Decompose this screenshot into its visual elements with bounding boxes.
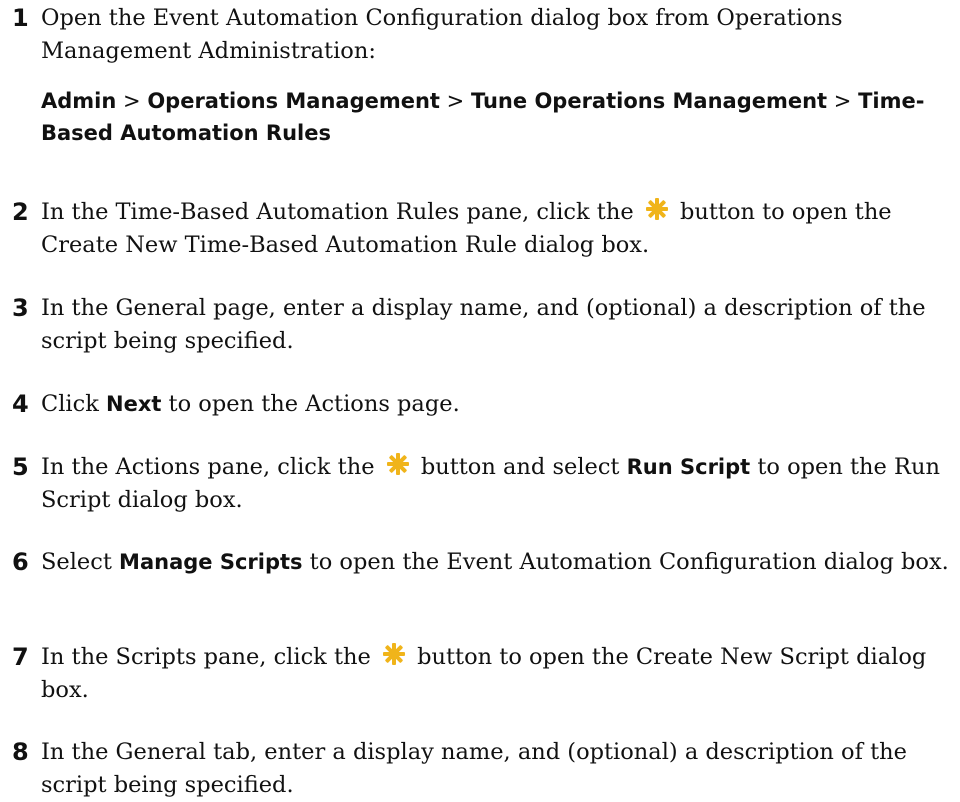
- step-text: In the Actions pane, click the button an…: [41, 451, 951, 517]
- navigation-path: Admin > Operations Management > Tune Ope…: [41, 85, 941, 149]
- step-text-run: In the Scripts pane, click the: [41, 644, 378, 670]
- step-number: 4: [12, 390, 29, 418]
- nav-path-separator: >: [446, 89, 465, 113]
- step-number: 2: [12, 198, 29, 226]
- step-text: Select Manage Scripts to open the Event …: [41, 546, 951, 579]
- step-text-run: In the Actions pane, click the: [41, 454, 382, 480]
- step-text: Click Next to open the Actions page.: [41, 388, 951, 421]
- procedure-document: 1 Open the Event Automation Configuratio…: [0, 0, 960, 798]
- step-number: 5: [12, 453, 29, 481]
- step-text-run: button and select: [413, 454, 627, 480]
- step-text: In the General page, enter a display nam…: [41, 292, 951, 358]
- step-number: 3: [12, 294, 29, 322]
- step-text-run: Open the Event Automation Configuration …: [41, 5, 843, 64]
- step-text-run: In the Time-Based Automation Rules pane,…: [41, 199, 641, 225]
- step-text-run: In the General page, enter a display nam…: [41, 295, 926, 354]
- ui-label: Manage Scripts: [119, 550, 303, 574]
- ui-label: Next: [106, 392, 162, 416]
- step-number: 8: [12, 738, 29, 766]
- step-text: In the Scripts pane, click the button to…: [41, 641, 951, 707]
- nav-path-tune-operations-management: Tune Operations Management: [470, 89, 828, 113]
- step-text-run: to open the Actions page.: [161, 391, 460, 417]
- step-text: In the General tab, enter a display name…: [41, 736, 951, 802]
- step-text: In the Time-Based Automation Rules pane,…: [41, 196, 951, 262]
- step-number: 7: [12, 643, 29, 671]
- step-text-run: In the General tab, enter a display name…: [41, 739, 907, 798]
- new-star-icon: [645, 198, 668, 220]
- new-star-icon: [382, 643, 405, 665]
- nav-path-separator: >: [833, 89, 852, 113]
- step-number: 6: [12, 548, 29, 576]
- new-star-icon: [386, 453, 409, 475]
- step-number: 1: [12, 4, 29, 32]
- step-text-run: Select: [41, 549, 120, 575]
- nav-path-separator: >: [123, 89, 141, 113]
- nav-path-admin: Admin: [41, 89, 117, 113]
- ui-label: Run Script: [626, 455, 751, 479]
- step-text-run: to open the Event Automation Configurati…: [302, 549, 949, 575]
- step-text: Open the Event Automation Configuration …: [41, 2, 951, 68]
- step-text-run: Click: [41, 391, 106, 417]
- nav-path-operations-management: Operations Management: [147, 89, 440, 113]
